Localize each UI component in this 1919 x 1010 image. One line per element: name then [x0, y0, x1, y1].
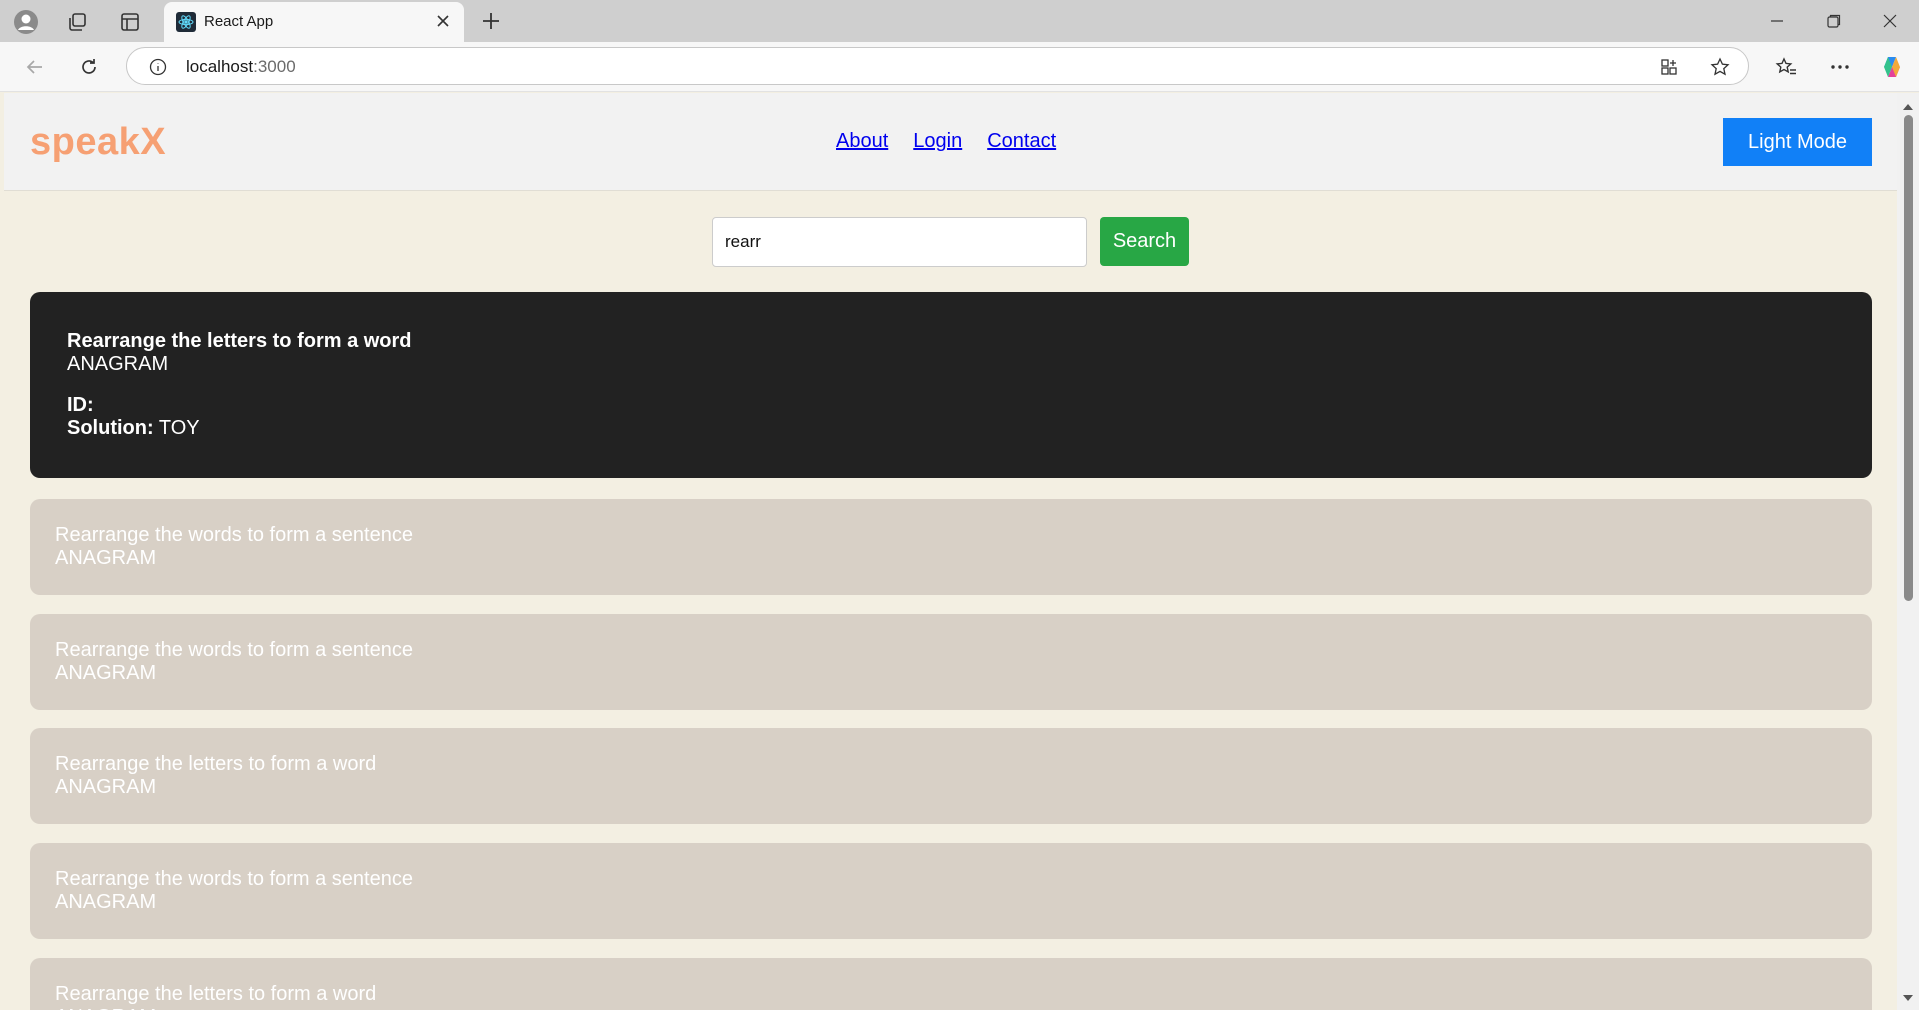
back-icon[interactable]: [21, 53, 49, 81]
browser-tab-bar: React App: [0, 0, 1919, 42]
question-title: Rearrange the letters to form a word: [55, 983, 377, 1005]
question-card[interactable]: Rearrange the words to form a sentence A…: [30, 499, 1872, 595]
app-available-icon[interactable]: [1658, 56, 1680, 78]
search-button[interactable]: Search: [1100, 217, 1189, 266]
question-solution-row: Solution: TOY: [67, 417, 1835, 440]
question-title: Rearrange the words to form a sentence: [55, 524, 413, 546]
question-type: ANAGRAM: [55, 1006, 1847, 1010]
more-icon[interactable]: [1826, 53, 1854, 81]
search-input[interactable]: [712, 217, 1087, 267]
url-text: localhost:3000: [186, 57, 296, 76]
question-card[interactable]: Rearrange the letters to form a word ANA…: [30, 958, 1872, 1010]
close-icon[interactable]: [432, 10, 454, 32]
question-type: ANAGRAM: [55, 662, 157, 684]
question-title: Rearrange the letters to form a word: [67, 330, 412, 352]
nav-link-login[interactable]: Login: [913, 130, 962, 153]
address-bar-row: localhost:3000: [0, 42, 1919, 92]
page-viewport: speakX About Login Contact Light Mode Se…: [4, 93, 1897, 1010]
scroll-up-icon[interactable]: [1902, 100, 1914, 112]
question-id-row: ID:: [67, 394, 1835, 417]
expanded-question-card[interactable]: Rearrange the letters to form a word ANA…: [30, 292, 1872, 478]
restore-icon[interactable]: [1814, 6, 1854, 36]
nav-link-contact[interactable]: Contact: [987, 130, 1056, 153]
solution-label: Solution:: [67, 417, 154, 439]
favorites-icon[interactable]: [1772, 53, 1800, 81]
workspaces-icon[interactable]: [64, 9, 90, 35]
reload-icon[interactable]: [75, 53, 103, 81]
active-tab[interactable]: React App: [164, 2, 464, 42]
question-type: ANAGRAM: [55, 547, 157, 569]
scroll-down-icon[interactable]: [1902, 991, 1914, 1003]
theme-toggle-button[interactable]: Light Mode: [1723, 118, 1872, 166]
search-bar: Search: [712, 217, 1189, 267]
react-favicon: [176, 12, 196, 32]
question-card[interactable]: Rearrange the words to form a sentence A…: [30, 843, 1872, 939]
window-close-icon[interactable]: [1870, 6, 1910, 36]
solution-value: TOY: [158, 417, 200, 439]
site-header: speakX About Login Contact Light Mode: [4, 93, 1897, 191]
question-title: Rearrange the letters to form a word: [55, 753, 377, 775]
tab-actions-icon[interactable]: [117, 9, 143, 35]
site-logo[interactable]: speakX: [30, 121, 166, 164]
id-label: ID:: [67, 394, 94, 416]
scrollbar-thumb[interactable]: [1904, 115, 1913, 601]
main-nav: About Login Contact: [836, 130, 1056, 153]
minimize-icon[interactable]: [1757, 6, 1797, 36]
page-scrollbar[interactable]: [1897, 93, 1919, 1010]
nav-link-about[interactable]: About: [836, 130, 888, 153]
favorite-star-icon[interactable]: [1708, 55, 1732, 79]
plus-icon[interactable]: [478, 8, 504, 34]
question-type: ANAGRAM: [55, 891, 157, 913]
question-type: ANAGRAM: [67, 353, 169, 375]
question-title: Rearrange the words to form a sentence: [55, 868, 413, 890]
tab-title: React App: [204, 13, 274, 30]
question-card[interactable]: Rearrange the words to form a sentence A…: [30, 614, 1872, 710]
copilot-icon[interactable]: [1878, 53, 1906, 81]
profile-icon[interactable]: [12, 8, 40, 36]
question-title: Rearrange the words to form a sentence: [55, 639, 413, 661]
question-card[interactable]: Rearrange the letters to form a word ANA…: [30, 728, 1872, 824]
info-icon[interactable]: [147, 56, 169, 78]
question-type: ANAGRAM: [55, 776, 157, 798]
url-field[interactable]: localhost:3000: [126, 47, 1749, 85]
